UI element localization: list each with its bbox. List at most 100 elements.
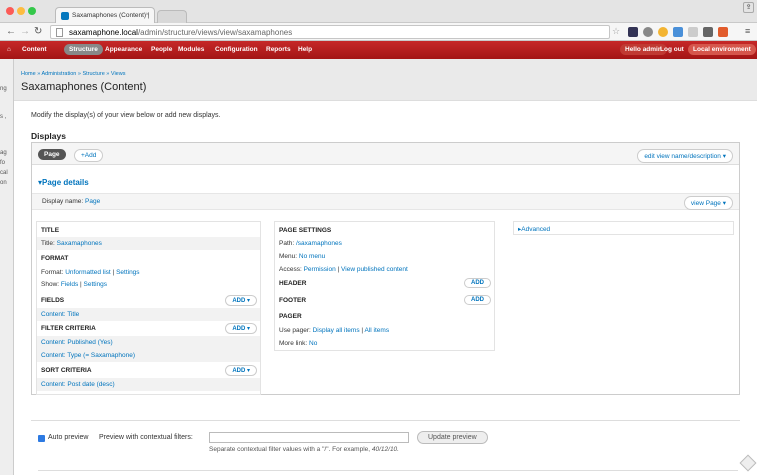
- reload-icon[interactable]: ↻: [34, 26, 42, 37]
- minimize-window-icon[interactable]: [17, 7, 25, 15]
- admin-toolbar: ⌂ Content Structure Appearance People Mo…: [0, 41, 757, 59]
- display-tabs: Page +Add edit view name/description ▾: [32, 143, 739, 165]
- header-add-button[interactable]: Add: [464, 278, 491, 288]
- toolbar-people[interactable]: People: [151, 46, 172, 53]
- toolbar-configuration[interactable]: Configuration: [215, 46, 258, 53]
- strip-text: fo: [0, 160, 6, 166]
- intro-text: Modify the display(s) of your view below…: [31, 112, 221, 119]
- address-bar[interactable]: saxamaphone.local/admin/structure/views/…: [50, 25, 610, 39]
- filter-heading: FILTER CRITERIA Add ▾: [37, 322, 260, 335]
- browser-tab[interactable]: Saxamaphones (Content) | ×: [55, 7, 155, 23]
- displays-panel: Page +Add edit view name/description ▾ ▾…: [31, 142, 740, 395]
- filter-link[interactable]: Content: Type (= Saxamaphone): [41, 352, 135, 359]
- access-row: Access: Permission | View published cont…: [279, 266, 408, 273]
- footer-add-button[interactable]: Add: [464, 295, 491, 305]
- breadcrumb[interactable]: Home » Administration » Structure » View…: [21, 71, 125, 77]
- extension-icon[interactable]: [658, 27, 668, 37]
- extension-icon[interactable]: [673, 27, 683, 37]
- contextual-filters-input[interactable]: [209, 432, 409, 443]
- more-label: More link:: [279, 340, 308, 347]
- displays-heading: Displays: [31, 131, 66, 141]
- environment-badge[interactable]: Local environment: [688, 44, 756, 55]
- more-link-row: More link: No: [275, 337, 494, 350]
- filter-add-button[interactable]: Add ▾: [225, 323, 257, 334]
- edit-view-name-button[interactable]: edit view name/description ▾: [637, 149, 733, 163]
- add-display-button[interactable]: +Add: [74, 149, 104, 162]
- advanced-toggle[interactable]: ▸Advanced: [513, 221, 734, 235]
- filter-link[interactable]: Content: Published (Yes): [41, 339, 113, 346]
- toolbar-modules[interactable]: Modules: [178, 46, 204, 53]
- page-icon: [56, 28, 63, 37]
- title-link[interactable]: Saxamaphones: [57, 240, 102, 247]
- filter-row: Content: Type (= Saxamaphone): [37, 349, 260, 362]
- show-settings-link[interactable]: Settings: [84, 281, 108, 288]
- strip-text: on: [0, 180, 7, 186]
- title-label: Title:: [41, 240, 55, 247]
- tab-title: Saxamaphones (Content) |: [72, 12, 150, 19]
- profile-icon[interactable]: ⇪: [743, 2, 754, 13]
- toolbar-help[interactable]: Help: [298, 46, 312, 53]
- header-heading: HEADER Add: [275, 277, 494, 290]
- page-settings-heading: PAGE SETTINGS: [279, 227, 332, 234]
- format-link[interactable]: Unformatted list: [65, 269, 111, 276]
- access-permission-link[interactable]: View published content: [341, 266, 408, 273]
- strip-text: ng: [0, 86, 7, 92]
- zoom-window-icon[interactable]: [28, 7, 36, 15]
- toolbar-reports[interactable]: Reports: [266, 46, 291, 53]
- toolbar-content[interactable]: Content: [22, 46, 47, 53]
- page-title: Saxamaphones (Content): [21, 81, 147, 93]
- pager-label: Use pager:: [279, 327, 311, 334]
- sort-add-button[interactable]: Add ▾: [225, 365, 257, 376]
- header-heading-label: HEADER: [279, 280, 307, 287]
- home-icon[interactable]: ⌂: [7, 46, 11, 53]
- more-link[interactable]: No: [309, 340, 317, 347]
- extension-icon[interactable]: [643, 27, 653, 37]
- close-tab-icon[interactable]: ×: [145, 11, 149, 18]
- sort-link[interactable]: Content: Post date (desc): [41, 381, 115, 388]
- sort-heading: SORT CRITERIA Add ▾: [37, 364, 260, 377]
- close-window-icon[interactable]: [6, 7, 14, 15]
- toolbar-appearance[interactable]: Appearance: [105, 46, 142, 53]
- help-example: 40/12/10.: [371, 446, 399, 453]
- tab-page[interactable]: Page: [38, 149, 66, 160]
- field-row: Content: Title: [37, 308, 260, 321]
- show-link[interactable]: Fields: [61, 281, 78, 288]
- auto-preview-checkbox[interactable]: [38, 435, 45, 442]
- toolbar-structure[interactable]: Structure: [64, 44, 103, 55]
- extension-icon[interactable]: [688, 27, 698, 37]
- page-header: Home » Administration » Structure » View…: [14, 59, 757, 101]
- new-tab-button[interactable]: [157, 10, 187, 23]
- filter-row: Content: Published (Yes): [37, 336, 260, 349]
- page-details-toggle[interactable]: ▾Page details: [38, 178, 89, 187]
- field-link[interactable]: Content: Title: [41, 311, 79, 318]
- access-link[interactable]: Permission: [304, 266, 336, 273]
- display-name-label: Display name:: [42, 198, 84, 205]
- strip-text: ag: [0, 150, 7, 156]
- extension-icon[interactable]: [628, 27, 638, 37]
- extension-icon[interactable]: [703, 27, 713, 37]
- update-preview-button[interactable]: Update preview: [417, 431, 488, 444]
- sort-heading-label: SORT CRITERIA: [41, 367, 92, 374]
- menu-link[interactable]: No menu: [299, 253, 325, 260]
- pager-all-link[interactable]: All items: [365, 327, 390, 334]
- menu-label: Menu:: [279, 253, 298, 260]
- add-label: Add: [232, 368, 246, 374]
- view-page-button[interactable]: view Page ▾: [683, 196, 733, 210]
- logout-link[interactable]: Log out: [660, 46, 684, 53]
- help-text: Separate contextual filter values with a…: [209, 446, 371, 453]
- background-window-strip: ng s , ag fo cal on: [0, 59, 14, 475]
- resize-handle-icon[interactable]: [739, 454, 757, 472]
- show-row: Show: Fields | Settings: [41, 281, 108, 288]
- format-settings-link[interactable]: Settings: [116, 269, 140, 276]
- forward-icon[interactable]: →: [20, 26, 30, 37]
- strip-text: s ,: [0, 114, 7, 120]
- pager-link[interactable]: Display all items: [313, 327, 360, 334]
- display-name-link[interactable]: Page: [85, 198, 100, 205]
- format-heading: FORMAT: [41, 255, 69, 262]
- extension-icon[interactable]: [718, 27, 728, 37]
- back-icon[interactable]: ←: [6, 26, 16, 37]
- bookmark-star-icon[interactable]: ☆: [612, 26, 620, 37]
- fields-add-button[interactable]: Add ▾: [225, 295, 257, 306]
- menu-icon[interactable]: ≡: [745, 26, 750, 36]
- path-link[interactable]: /saxamaphones: [296, 240, 342, 247]
